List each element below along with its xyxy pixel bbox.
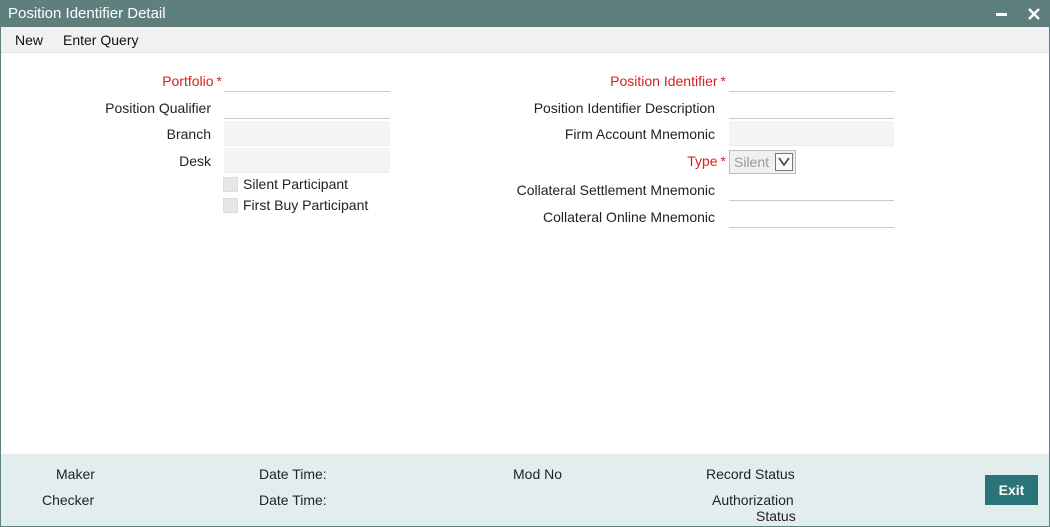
desk-input[interactable]	[224, 148, 390, 173]
menu-new[interactable]: New	[15, 32, 43, 48]
collateral-settlement-mnemonic-input[interactable]	[729, 176, 894, 201]
portfolio-label: Portfolio *	[162, 73, 222, 89]
window-title: Position Identifier Detail	[8, 5, 166, 22]
position-qualifier-input[interactable]	[224, 94, 390, 119]
minimize-icon[interactable]	[996, 13, 1007, 16]
required-mark: *	[216, 73, 222, 89]
first-buy-participant-label: First Buy Participant	[243, 197, 369, 213]
authorization-status-label-line2: Status	[756, 508, 796, 524]
desk-label: Desk	[179, 153, 211, 169]
maker-label: Maker	[56, 466, 95, 482]
position-identifier-description-input[interactable]	[729, 94, 894, 119]
record-status-label: Record Status	[706, 466, 795, 482]
title-bar: Position Identifier Detail	[1, 1, 1049, 27]
required-mark: *	[720, 153, 726, 169]
position-identifier-label: Position Identifier *	[610, 73, 726, 89]
checker-date-time-label: Date Time:	[259, 492, 327, 508]
type-label: Type *	[687, 153, 726, 169]
firm-account-mnemonic-input[interactable]	[729, 121, 894, 146]
maker-date-time-label: Date Time:	[259, 466, 327, 482]
firm-account-mnemonic-label: Firm Account Mnemonic	[564, 126, 715, 142]
type-select-value: Silent	[734, 154, 770, 170]
branch-input[interactable]	[224, 121, 390, 146]
silent-participant-checkbox[interactable]	[223, 177, 238, 192]
authorization-status-label: Authorization	[712, 492, 794, 508]
menu-bar: New Enter Query	[1, 27, 1049, 53]
collateral-online-mnemonic-label: Collateral Online Mnemonic	[543, 209, 715, 225]
branch-label: Branch	[166, 126, 211, 142]
portfolio-input[interactable]	[224, 67, 390, 92]
type-select[interactable]: Silent	[729, 150, 796, 174]
mod-no-label: Mod No	[513, 466, 563, 482]
position-identifier-window: Position Identifier Detail New Enter Que…	[0, 0, 1050, 527]
menu-enter-query[interactable]: Enter Query	[63, 32, 138, 48]
silent-participant-label: Silent Participant	[243, 176, 349, 192]
collateral-settlement-mnemonic-label: Collateral Settlement Mnemonic	[516, 182, 715, 198]
position-identifier-description-label: Position Identifier Description	[533, 100, 715, 116]
required-mark: *	[720, 73, 726, 89]
audit-footer: Maker Checker Date Time: Date Time: Mod …	[1, 454, 1049, 526]
checker-label: Checker	[42, 492, 95, 508]
collateral-online-mnemonic-input[interactable]	[729, 203, 894, 228]
position-identifier-input[interactable]	[729, 67, 894, 92]
exit-button[interactable]: Exit	[985, 475, 1038, 505]
position-qualifier-label: Position Qualifier	[105, 100, 211, 116]
chevron-down-icon[interactable]	[775, 153, 793, 171]
first-buy-participant-checkbox[interactable]	[223, 198, 238, 213]
